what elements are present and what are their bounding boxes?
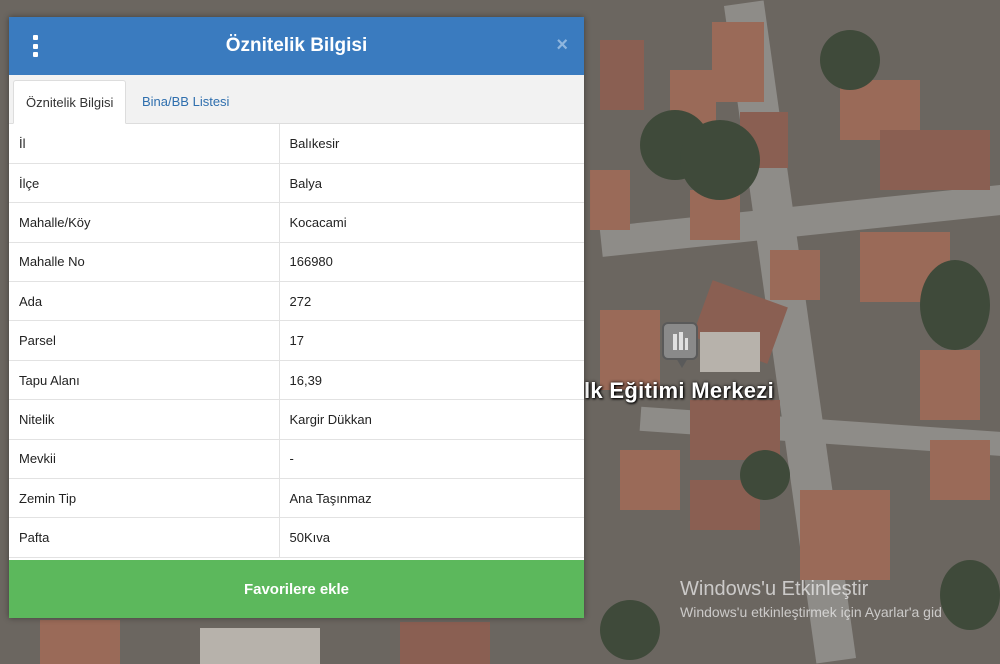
map-building bbox=[800, 490, 890, 580]
row-key: Nitelik bbox=[9, 399, 280, 440]
row-key: İlçe bbox=[9, 163, 280, 204]
add-to-favorites-button[interactable]: Favorilere ekle bbox=[9, 560, 584, 618]
table-row: Ada 272 bbox=[9, 281, 584, 322]
activation-watermark-subtitle: Windows'u etkinleştirmek için Ayarlar'a … bbox=[680, 604, 942, 620]
close-icon[interactable]: × bbox=[556, 34, 568, 56]
table-row: Pafta 50Kıva bbox=[9, 517, 584, 558]
map-building bbox=[920, 350, 980, 420]
tab-bar: Öznitelik Bilgisi Bina/BB Listesi bbox=[9, 75, 584, 124]
map-building bbox=[700, 332, 760, 372]
row-key: Pafta bbox=[9, 517, 280, 558]
map-building bbox=[712, 22, 764, 102]
map-tree bbox=[820, 30, 880, 90]
row-value: 17 bbox=[279, 320, 584, 361]
table-row: İl Balıkesir bbox=[9, 124, 584, 164]
map-building bbox=[200, 628, 320, 664]
map-building bbox=[930, 440, 990, 500]
map-tree bbox=[740, 450, 790, 500]
table-row: Mahalle/Köy Kocacami bbox=[9, 202, 584, 243]
row-value: 272 bbox=[279, 281, 584, 322]
table-row: Mevkii - bbox=[9, 439, 584, 480]
map-tree bbox=[600, 600, 660, 660]
table-row: Parsel 17 bbox=[9, 320, 584, 361]
tab-attribute-info[interactable]: Öznitelik Bilgisi bbox=[13, 80, 127, 124]
map-building bbox=[770, 250, 820, 300]
map-tree bbox=[920, 260, 990, 350]
row-value: - bbox=[279, 439, 584, 480]
map-building bbox=[880, 130, 990, 190]
row-value: 50Kıva bbox=[279, 517, 584, 558]
row-key: Ada bbox=[9, 281, 280, 322]
tab-building-list[interactable]: Bina/BB Listesi bbox=[130, 80, 241, 123]
row-key: Mahalle No bbox=[9, 242, 280, 283]
map-building bbox=[590, 170, 630, 230]
row-value: 16,39 bbox=[279, 360, 584, 401]
place-marker-icon[interactable] bbox=[662, 322, 698, 368]
map-building bbox=[40, 620, 120, 664]
row-key: Tapu Alanı bbox=[9, 360, 280, 401]
map-building bbox=[400, 622, 490, 664]
attribute-table: İl Balıkesir İlçe Balya Mahalle/Köy Koca… bbox=[9, 124, 584, 558]
table-row: Zemin Tip Ana Taşınmaz bbox=[9, 478, 584, 519]
table-row: Nitelik Kargir Dükkan bbox=[9, 399, 584, 440]
table-row: İlçe Balya bbox=[9, 163, 584, 204]
building-icon bbox=[673, 332, 688, 350]
table-row: Mahalle No 166980 bbox=[9, 242, 584, 283]
panel-title: Öznitelik Bilgisi bbox=[225, 35, 368, 56]
map-tree bbox=[680, 120, 760, 200]
map-place-label: lk Eğitimi Merkezi bbox=[584, 378, 775, 403]
table-row: Tapu Alanı 16,39 bbox=[9, 360, 584, 401]
row-value: Kargir Dükkan bbox=[279, 399, 584, 440]
row-key: İl bbox=[9, 124, 280, 164]
activation-watermark-title: Windows'u Etkinleştir bbox=[680, 578, 869, 600]
row-value: Balya bbox=[279, 163, 584, 204]
attribute-panel: Öznitelik Bilgisi × Öznitelik Bilgisi Bi… bbox=[9, 17, 584, 618]
row-key: Zemin Tip bbox=[9, 478, 280, 519]
row-value: Ana Taşınmaz bbox=[279, 478, 584, 519]
row-value: 166980 bbox=[279, 242, 584, 283]
row-value: Kocacami bbox=[279, 202, 584, 243]
kebab-menu-icon[interactable] bbox=[27, 35, 43, 57]
row-value: Balıkesir bbox=[279, 124, 584, 164]
row-key: Parsel bbox=[9, 320, 280, 361]
panel-header: Öznitelik Bilgisi × bbox=[9, 17, 584, 75]
map-tree bbox=[940, 560, 1000, 630]
row-key: Mahalle/Köy bbox=[9, 202, 280, 243]
map-building bbox=[600, 40, 644, 110]
row-key: Mevkii bbox=[9, 439, 280, 480]
map-building bbox=[620, 450, 680, 510]
